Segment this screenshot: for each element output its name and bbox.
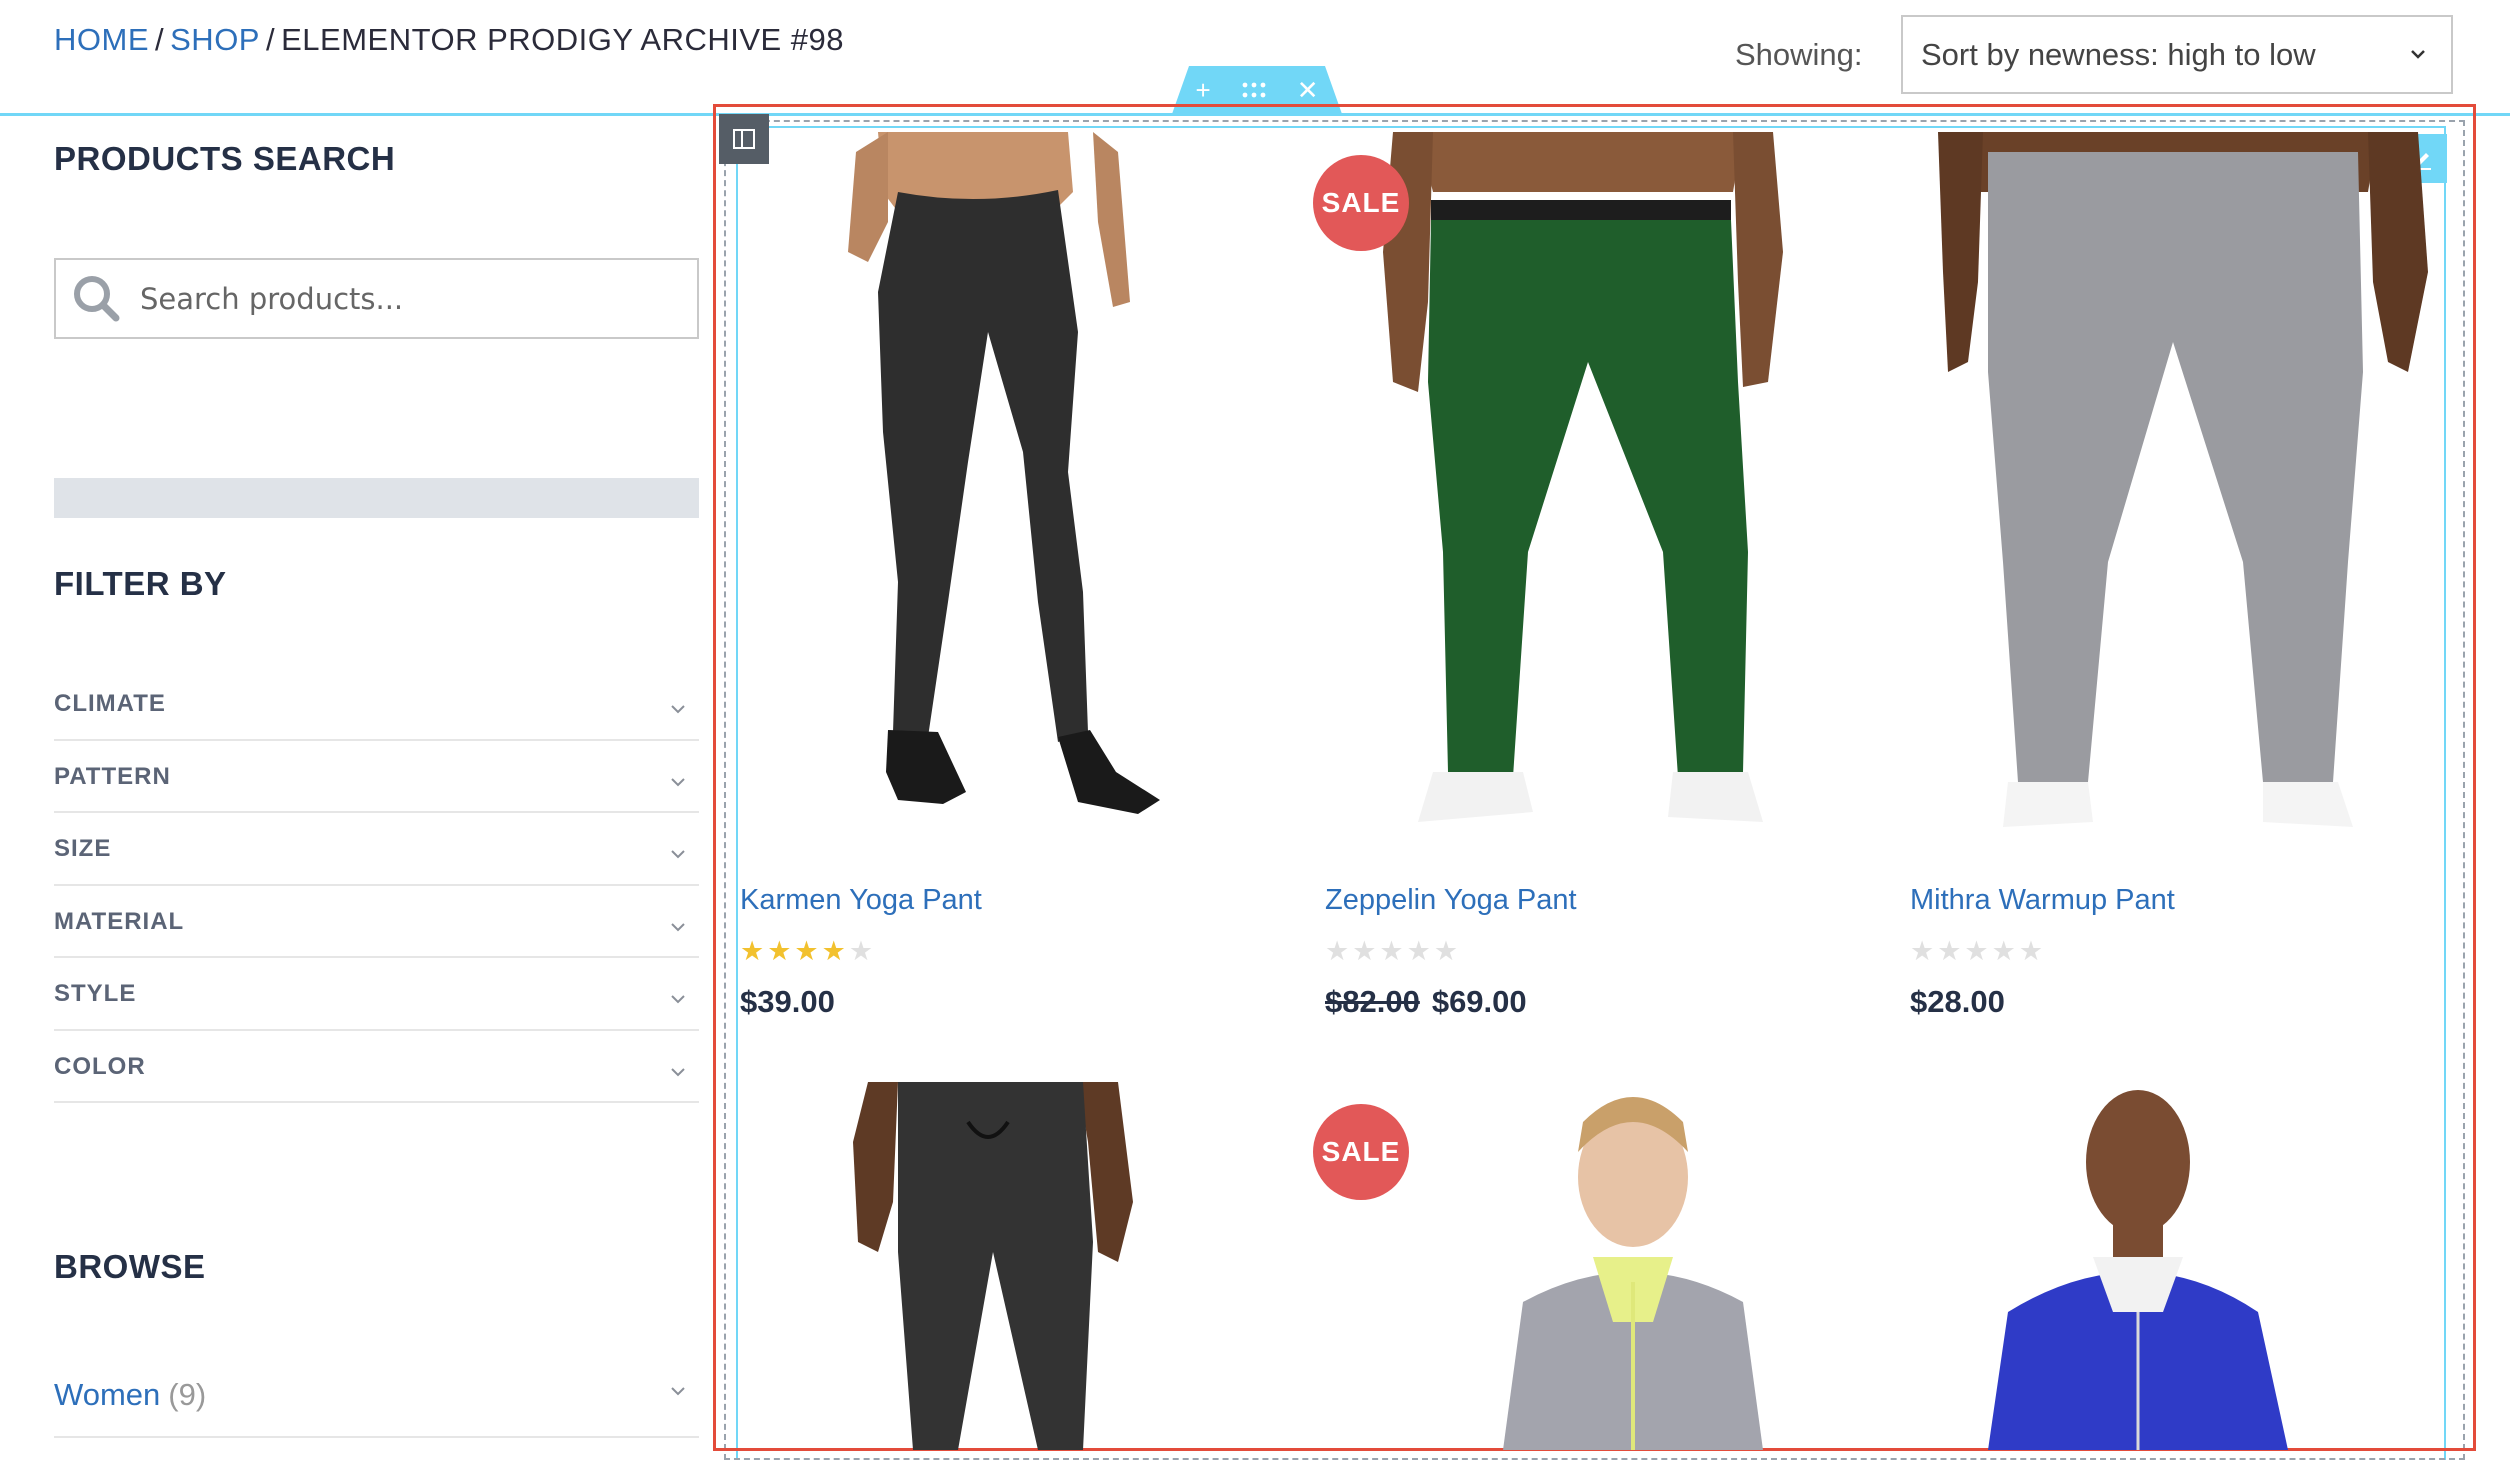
breadcrumb-home-link[interactable]: HOME	[54, 22, 149, 57]
breadcrumb-separator: /	[265, 22, 276, 57]
chevron-down-icon	[671, 705, 685, 714]
breadcrumb-shop-link[interactable]: SHOP	[170, 22, 260, 57]
chevron-down-icon[interactable]	[667, 1380, 689, 1402]
plus-icon[interactable]: +	[1196, 77, 1211, 103]
chevron-down-icon	[671, 777, 685, 786]
sort-selected-value: Sort by newness: high to low	[1921, 36, 2316, 72]
search-icon	[74, 275, 120, 321]
drag-icon[interactable]	[1241, 77, 1267, 103]
sort-select[interactable]: Sort by newness: high to low	[1901, 15, 2453, 94]
filter-material[interactable]: MATERIAL	[54, 886, 699, 958]
filter-size[interactable]: SIZE	[54, 813, 699, 886]
sidebar-divider-bar	[54, 478, 699, 518]
filter-list: CLIMATE PATTERN SIZE MATERIAL STYLE COLO…	[54, 668, 699, 1103]
product-price: $28.00	[1910, 984, 2005, 1019]
filter-style[interactable]: STYLE	[54, 958, 699, 1031]
filter-label: CLIMATE	[54, 690, 166, 717]
sale-badge: SALE	[1313, 155, 1409, 251]
browse-heading: BROWSE	[54, 1248, 206, 1285]
filter-color[interactable]: COLOR	[54, 1031, 699, 1103]
product-price: $82.00 $69.00	[1325, 984, 1527, 1019]
sort-label: Showing:	[1735, 37, 1863, 72]
product-name-link[interactable]: Mithra Warmup Pant	[1910, 884, 2175, 917]
chevron-down-icon	[671, 922, 685, 931]
breadcrumb-separator: /	[155, 22, 165, 57]
product-name-link[interactable]: Zeppelin Yoga Pant	[1325, 884, 1577, 917]
browse-item-women[interactable]: Women (9)	[54, 1368, 699, 1438]
chevron-down-icon	[671, 1067, 685, 1076]
filter-by-heading: FILTER BY	[54, 565, 227, 602]
products-search-heading: PRODUCTS SEARCH	[54, 140, 396, 177]
close-icon[interactable]: ✕	[1297, 77, 1319, 103]
rating-stars: ★★★★★	[1325, 936, 1462, 966]
filter-climate[interactable]: CLIMATE	[54, 668, 699, 741]
old-price: $82.00	[1325, 984, 1420, 1019]
rating-stars: ★★★★★	[740, 936, 877, 966]
filter-label: SIZE	[54, 835, 112, 862]
search-box[interactable]	[54, 258, 699, 339]
breadcrumb: HOME / SHOP / ELEMENTOR PRODIGY ARCHIVE #98	[54, 22, 844, 58]
browse-item-count: (9)	[168, 1377, 207, 1412]
browse-item-label[interactable]: Women (9)	[54, 1377, 206, 1413]
chevron-down-icon	[2411, 50, 2425, 59]
breadcrumb-current: ELEMENTOR PRODIGY ARCHIVE #98	[281, 22, 845, 57]
filter-label: MATERIAL	[54, 907, 185, 935]
filter-pattern[interactable]: PATTERN	[54, 741, 699, 813]
chevron-down-icon	[671, 850, 685, 859]
chevron-down-icon	[671, 995, 685, 1004]
product-image[interactable]	[1908, 1082, 2468, 1450]
product-image[interactable]	[1908, 132, 2468, 852]
product-image[interactable]	[738, 1082, 1298, 1450]
product-image[interactable]	[1323, 132, 1883, 852]
filter-label: STYLE	[54, 980, 137, 1007]
rating-stars: ★★★★★	[1910, 936, 2047, 966]
filter-label: PATTERN	[54, 762, 171, 790]
filter-label: COLOR	[54, 1052, 146, 1080]
sale-badge: SALE	[1313, 1104, 1409, 1200]
product-name-link[interactable]: Karmen Yoga Pant	[740, 884, 982, 917]
search-input[interactable]	[140, 281, 660, 316]
product-price: $39.00	[740, 984, 835, 1019]
product-image[interactable]	[738, 132, 1298, 852]
product-image[interactable]	[1323, 1082, 1883, 1450]
